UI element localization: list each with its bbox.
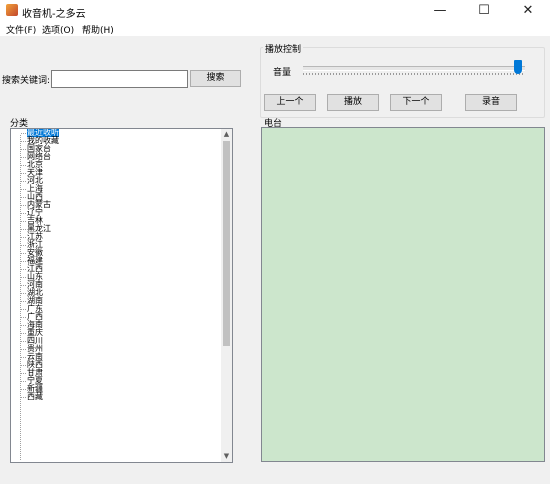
window-title: 收音机-之多云: [22, 9, 86, 20]
tree-item[interactable]: 西藏: [11, 393, 221, 401]
menu-options[interactable]: 选项(O): [42, 23, 74, 36]
scroll-thumb[interactable]: [223, 141, 230, 346]
next-button[interactable]: 下一个: [390, 94, 442, 111]
title-bar[interactable]: 收音机-之多云 — ☐ ✕: [0, 0, 550, 22]
tree-scrollbar[interactable]: ▲ ▼: [221, 129, 232, 462]
playback-group-title: 播放控制: [263, 42, 304, 55]
menu-help[interactable]: 帮助(H): [82, 23, 114, 36]
search-label: 搜索关键词:: [2, 76, 51, 86]
minimize-button[interactable]: —: [418, 0, 462, 22]
search-button[interactable]: 搜索: [190, 70, 241, 87]
menu-bar: 文件(F) 选项(O) 帮助(H): [0, 22, 550, 36]
play-button[interactable]: 播放: [327, 94, 379, 111]
category-list: 最近收听 我的收藏 国家台 网络台 北京 天津 河北 上海 山西 内蒙古 辽宁 吉林 黑龙江 江苏 浙江 安徽…: [11, 129, 221, 401]
main-area: 搜索关键词: 搜索 播放控制 音量 上一个 播放 下一个 录音 分类 最近收听我…: [0, 36, 550, 484]
scroll-up-icon[interactable]: ▲: [221, 129, 232, 140]
volume-label: 音量: [273, 68, 292, 78]
station-panel[interactable]: [261, 127, 545, 462]
volume-slider-track[interactable]: [303, 66, 525, 71]
volume-slider-thumb[interactable]: [514, 60, 523, 74]
prev-button[interactable]: 上一个: [264, 94, 316, 111]
maximize-button[interactable]: ☐: [462, 0, 506, 22]
app-icon: [6, 4, 18, 16]
menu-file[interactable]: 文件(F): [6, 23, 36, 36]
record-button[interactable]: 录音: [465, 94, 517, 111]
close-button[interactable]: ✕: [506, 0, 550, 22]
category-tree[interactable]: 最近收听 我的收藏 国家台 网络台 北京 天津 河北 上海 山西 内蒙古 辽宁 吉林 黑龙江 江苏 浙江 安徽…: [10, 128, 233, 463]
scroll-down-icon[interactable]: ▼: [221, 451, 232, 462]
search-input[interactable]: [51, 70, 188, 88]
tree-item-label: 西藏: [27, 392, 43, 401]
volume-slider-ticks: [303, 73, 525, 75]
